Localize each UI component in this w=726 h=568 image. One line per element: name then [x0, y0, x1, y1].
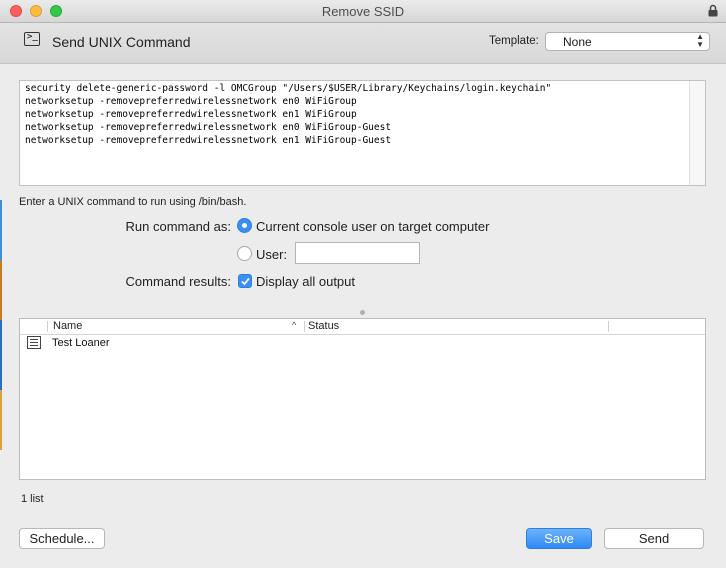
console-user-label: Current console user on target computer [256, 219, 490, 234]
user-input[interactable] [295, 242, 420, 264]
command-line: networksetup -removepreferredwirelessnet… [25, 122, 392, 133]
list-icon [27, 336, 41, 349]
command-line: networksetup -removepreferredwirelessnet… [25, 109, 357, 120]
command-line: security delete-generic-password -l OMCG… [25, 83, 552, 94]
terminal-icon: >_ [24, 32, 40, 46]
header-bar: >_ Send UNIX Command Template: None ▲ ▼ [0, 23, 726, 64]
display-output-label: Display all output [256, 274, 355, 289]
desktop-edge [0, 390, 2, 450]
display-output-checkbox[interactable] [238, 274, 252, 288]
schedule-button[interactable]: Schedule... [19, 528, 105, 549]
save-button[interactable]: Save [526, 528, 592, 549]
template-label: Template: [489, 35, 539, 47]
command-hint: Enter a UNIX command to run using /bin/b… [19, 196, 247, 208]
checkmark-icon [241, 277, 250, 286]
target-table: Name ^ Status Test Loaner [19, 318, 706, 480]
run-as-label: Run command as: [125, 219, 232, 234]
vertical-scrollbar[interactable] [689, 81, 705, 185]
results-label: Command results: [125, 274, 231, 289]
sort-ascending-icon: ^ [292, 320, 297, 330]
user-radio[interactable] [237, 246, 252, 261]
column-header-status[interactable]: Status [308, 320, 339, 332]
page-title: Send UNIX Command [52, 34, 191, 50]
desktop-edge [0, 260, 2, 320]
updown-chevron-icon: ▲ ▼ [696, 32, 704, 49]
column-divider[interactable] [304, 321, 305, 332]
send-button[interactable]: Send [604, 528, 704, 549]
console-user-radio[interactable] [237, 218, 252, 233]
column-divider [47, 321, 48, 332]
table-header: Name ^ Status [20, 319, 705, 335]
command-text: security delete-generic-password -l OMCG… [25, 82, 551, 147]
command-line: networksetup -removepreferredwirelessnet… [25, 96, 357, 107]
column-divider[interactable] [608, 321, 609, 332]
window-title: Remove SSID [321, 4, 405, 19]
column-header-name[interactable]: Name [53, 320, 82, 332]
command-line: networksetup -removepreferredwirelessnet… [25, 135, 392, 146]
split-handle[interactable] [360, 310, 365, 315]
row-name: Test Loaner [52, 337, 110, 349]
title-bar: Remove SSID [0, 0, 726, 23]
list-count: 1 list [21, 493, 44, 505]
user-label: User: [256, 247, 288, 262]
template-select-value: None [563, 35, 592, 49]
desktop-edge [0, 320, 2, 390]
lock-icon[interactable] [708, 4, 718, 17]
template-select[interactable]: None ▲ ▼ [545, 32, 710, 51]
desktop-edge [0, 200, 2, 260]
command-textarea[interactable]: security delete-generic-password -l OMCG… [19, 80, 706, 186]
